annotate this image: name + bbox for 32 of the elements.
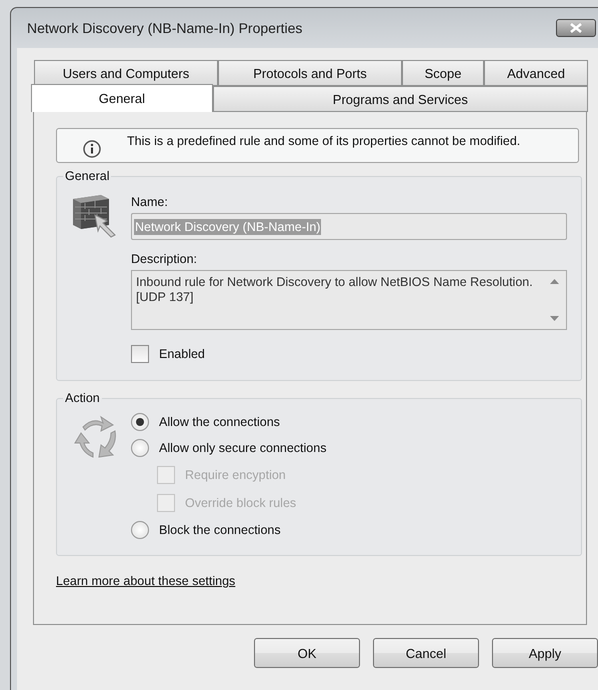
radio-label: Allow only secure connections bbox=[159, 441, 326, 455]
checkbox-label: Require encyption bbox=[185, 468, 286, 482]
checkbox[interactable] bbox=[131, 345, 149, 363]
radio-button[interactable] bbox=[131, 439, 149, 457]
dialog-button[interactable]: Apply bbox=[492, 638, 598, 668]
scroll-up-icon[interactable] bbox=[550, 279, 558, 284]
radio-label: Allow the connections bbox=[159, 415, 280, 429]
description-field[interactable]: Inbound rule for Network Discovery to allow NetBIOS Name Resolution. [UDP 137] bbox=[131, 270, 567, 330]
tab[interactable]: Protocols and Ports bbox=[218, 60, 402, 86]
info-icon bbox=[83, 140, 101, 158]
dialog-button[interactable]: OK bbox=[254, 638, 360, 668]
field-label: Description: bbox=[131, 252, 198, 266]
radio-label: Block the connections bbox=[159, 523, 281, 537]
tab[interactable]: Advanced bbox=[484, 60, 588, 86]
tab[interactable]: Users and Computers bbox=[34, 60, 218, 86]
group-legend: Action bbox=[63, 391, 102, 405]
close-button[interactable] bbox=[556, 19, 596, 37]
group-legend: General bbox=[63, 169, 112, 183]
close-icon bbox=[570, 23, 582, 33]
tab[interactable]: General bbox=[31, 84, 213, 112]
field-label: Name: bbox=[131, 195, 169, 209]
radio-button[interactable] bbox=[131, 521, 149, 539]
tab[interactable]: Scope bbox=[402, 60, 484, 86]
radio-button[interactable] bbox=[131, 413, 149, 431]
checkbox-label: Override block rules bbox=[185, 496, 296, 510]
window-title: Network Discovery (NB-Name-In) Properties bbox=[27, 20, 302, 36]
dialog-button[interactable]: Cancel bbox=[373, 638, 479, 668]
help-link[interactable]: Learn more about these settings bbox=[56, 574, 236, 588]
tab[interactable]: Programs and Services bbox=[212, 86, 588, 112]
info-text: This is a predefined rule and some of its properties cannot be modified. bbox=[127, 134, 520, 149]
scroll-down-icon[interactable] bbox=[550, 316, 558, 321]
checkbox-label: Enabled bbox=[159, 347, 205, 361]
